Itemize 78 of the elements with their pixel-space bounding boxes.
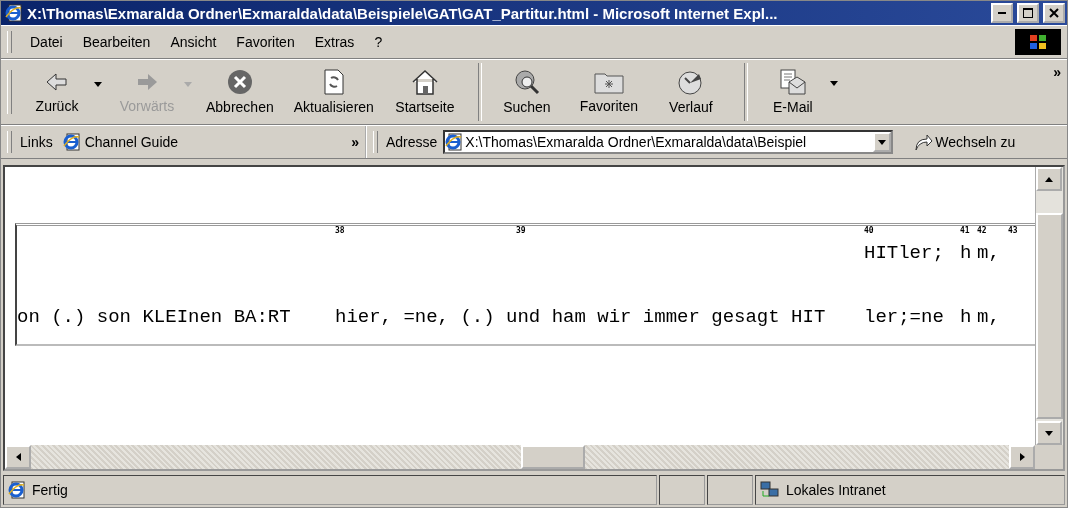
links-label: Links <box>20 134 53 150</box>
address-field[interactable]: X:\Thomas\Exmaralda Ordner\Exmaralda\data\Beispiel <box>443 130 894 154</box>
close-icon <box>1049 8 1059 18</box>
caret-icon[interactable] <box>829 81 838 86</box>
toolbar-button[interactable]: Abbrechen <box>200 67 280 117</box>
toolbar-button[interactable]: Aktualisieren <box>287 67 380 117</box>
scrollbar-corner <box>1035 445 1063 469</box>
network-computers-icon <box>760 481 780 499</box>
up-arrow-icon <box>1045 176 1053 182</box>
caret-icon <box>878 139 887 145</box>
transcript-event: m, <box>977 306 1001 330</box>
address-label: Adresse <box>386 134 438 150</box>
scroll-left-button[interactable] <box>5 445 31 469</box>
transcript-event: HITler; <box>864 242 945 266</box>
curved-arrow-icon <box>913 133 934 151</box>
right-arrow-icon <box>1019 453 1025 461</box>
internet-explorer-icon <box>445 133 464 151</box>
clock-icon <box>676 69 705 95</box>
maximize-icon <box>1023 8 1033 18</box>
menu-item[interactable]: ? <box>364 34 393 50</box>
dropdown-button[interactable] <box>873 132 892 152</box>
down-arrow-icon <box>1045 430 1053 436</box>
maximize-button[interactable] <box>1017 3 1039 23</box>
horizontal-scrollbar[interactable] <box>5 445 1035 469</box>
left-arrow-icon <box>15 453 21 461</box>
home-icon <box>410 69 439 95</box>
toolbar-button[interactable]: Startseite <box>387 67 462 117</box>
menu-item[interactable]: Datei <box>20 34 73 50</box>
scroll-thumb[interactable] <box>521 445 585 469</box>
transcript-event: h <box>960 306 973 330</box>
vertical-scrollbar[interactable] <box>1035 167 1063 445</box>
transcript-event: ler;=ne <box>864 306 945 330</box>
go-button[interactable]: Wechseln zu <box>907 132 1022 152</box>
timeline-tick: 41 <box>960 226 971 235</box>
mail-icon <box>778 69 807 95</box>
timeline-tick: 39 <box>516 226 527 235</box>
zone-text: Lokales Intranet <box>786 482 886 498</box>
stop-icon <box>226 69 253 95</box>
link[interactable]: Channel Guide <box>84 134 179 150</box>
transcript-event: hier, =ne, (.) und ham wir immer gesagt HIT <box>335 306 827 330</box>
transcript-event: h <box>960 242 973 266</box>
scroll-thumb[interactable] <box>1036 213 1063 419</box>
toolbar-button[interactable]: Zurück <box>20 68 94 116</box>
folder-icon <box>593 70 624 94</box>
scroll-down-button[interactable] <box>1036 421 1062 445</box>
timeline-tick: 43 <box>1008 226 1019 235</box>
transcript-event: m, <box>977 242 1001 266</box>
scroll-right-button[interactable] <box>1009 445 1035 469</box>
close-button[interactable] <box>1043 3 1065 23</box>
internet-explorer-icon <box>62 133 81 151</box>
windows-logo-icon <box>1015 29 1061 55</box>
menu-item[interactable]: Favoriten <box>226 34 305 50</box>
internet-explorer-icon <box>8 481 26 499</box>
caret-icon[interactable] <box>94 82 102 87</box>
scroll-up-button[interactable] <box>1036 167 1062 191</box>
left-arrow-icon <box>44 70 70 94</box>
timeline-tick: 40 <box>864 226 875 235</box>
menu-item[interactable]: Extras <box>304 34 365 50</box>
more-chevron[interactable]: » <box>351 134 359 150</box>
menu-item[interactable]: Bearbeiten <box>72 34 161 50</box>
status-text: Fertig <box>32 482 68 498</box>
transcript-event: on (.) son KLEInen BA:RT <box>17 306 292 330</box>
toolbar-button[interactable]: Verlauf <box>653 67 728 117</box>
menu-item[interactable]: Ansicht <box>160 34 227 50</box>
toolbar-button[interactable]: Suchen <box>489 67 564 117</box>
status-pane <box>707 475 753 505</box>
search-icon <box>512 69 541 95</box>
toolbar-button[interactable]: Favoriten <box>571 68 646 116</box>
status-pane <box>659 475 705 505</box>
minimize-button[interactable] <box>991 3 1013 23</box>
minimize-icon <box>998 12 1006 14</box>
toolbar-button[interactable]: E-Mail <box>755 67 830 117</box>
refresh-page-icon <box>322 69 345 95</box>
timeline-tick: 38 <box>335 226 346 235</box>
timeline-tick: 42 <box>977 226 988 235</box>
internet-explorer-icon <box>5 4 23 22</box>
more-chevron[interactable]: » <box>1053 64 1061 80</box>
window-title: X:\Thomas\Exmaralda Ordner\Exmaralda\data\Beispiele\GAT\GAT_Partitur.html - Microsoft Internet Expl... <box>27 4 779 22</box>
